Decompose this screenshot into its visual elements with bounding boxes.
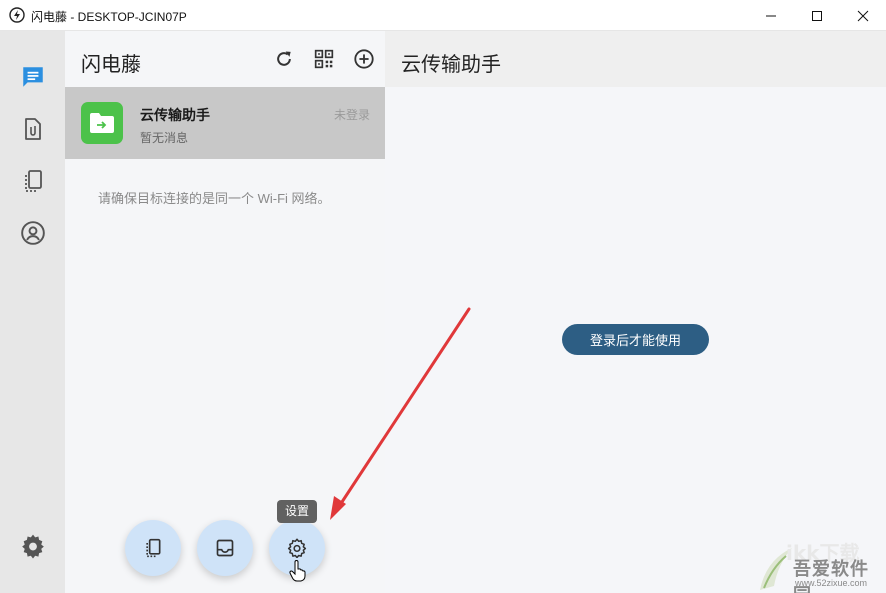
panel-header: 闪电藤 [65,31,385,87]
conversation-panel: 闪电藤 云传输助手 未登录 暂无消息 请确保目标连接的是同一个 Wi-Fi 网络… [65,31,385,593]
login-status: 未登录 [333,108,370,122]
nav-settings[interactable] [18,531,48,561]
maximize-icon [812,10,822,21]
gear-icon [287,538,307,558]
inbox-fab[interactable] [197,520,253,576]
nav-files[interactable] [18,114,48,144]
app-logo-icon [9,7,25,23]
nav-clipboard[interactable] [18,166,48,196]
panel-title: 闪电藤 [81,54,141,76]
refresh-button[interactable] [273,48,295,70]
add-circle-icon [354,49,374,69]
hand-cursor-icon [289,560,306,582]
account-icon [21,221,45,245]
conversation-name: 云传输助手 [140,107,210,123]
gear-icon [22,534,44,559]
conversation-item[interactable]: 云传输助手 未登录 暂无消息 [65,87,385,159]
avatar [81,102,123,144]
nav-rail [0,31,65,593]
file-attachment-icon [25,118,41,140]
folder-transfer-icon [90,113,114,133]
maximize-button[interactable] [794,0,840,31]
close-icon [857,10,869,21]
main-title: 云传输助手 [401,54,501,76]
login-button[interactable]: 登录后才能使用 [562,324,709,355]
watermark-url: www.52zixue.com [795,578,868,588]
title-bar: 闪电藤 - DESKTOP-JCIN07P [0,0,886,31]
refresh-icon [277,51,291,66]
clipboard-fab[interactable] [125,520,181,576]
close-button[interactable] [840,0,886,31]
window-title: 闪电藤 - DESKTOP-JCIN07P [31,10,187,24]
nav-account[interactable] [18,218,48,248]
chat-icon [23,67,43,87]
main-header: 云传输助手 [385,31,886,87]
minimize-button[interactable] [748,0,794,31]
main-area: 云传输助手 登录后才能使用 [385,31,886,593]
qr-code-button[interactable] [313,48,335,70]
add-button[interactable] [353,48,375,70]
settings-tooltip: 设置 [277,500,318,523]
qr-code-icon [314,49,334,69]
clipboard-icon [146,538,161,558]
nav-chat[interactable] [18,62,48,92]
last-message: 暂无消息 [140,131,189,145]
clipboard-icon [25,170,42,192]
wifi-hint: 请确保目标连接的是同一个 Wi-Fi 网络。 [98,191,331,206]
minimize-icon [766,15,776,16]
inbox-icon [216,539,234,557]
